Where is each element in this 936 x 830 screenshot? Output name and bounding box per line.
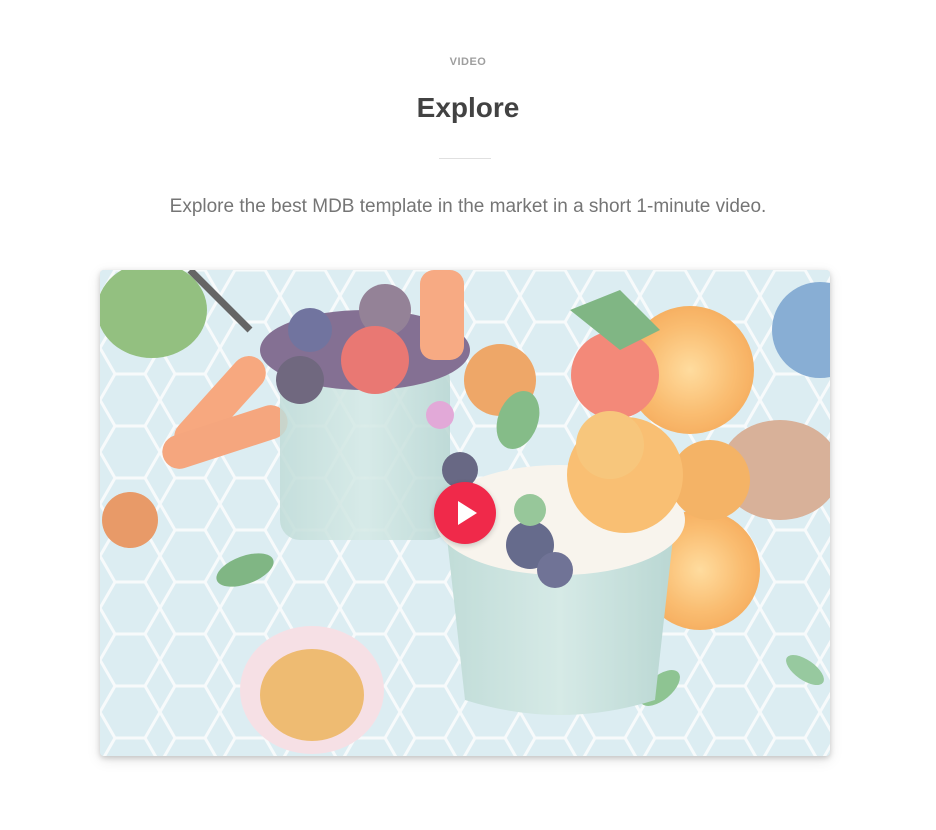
title-divider [439,158,491,159]
section-eyebrow: VIDEO [449,56,487,68]
section-lead: Explore the best MDB template in the mar… [169,196,767,217]
video-thumbnail[interactable] [100,270,830,756]
section-title: Explore [416,92,520,123]
play-button[interactable] [434,482,496,544]
play-icon [458,501,477,525]
video-section: VIDEO Explore Explore the best MDB templ… [0,0,936,830]
